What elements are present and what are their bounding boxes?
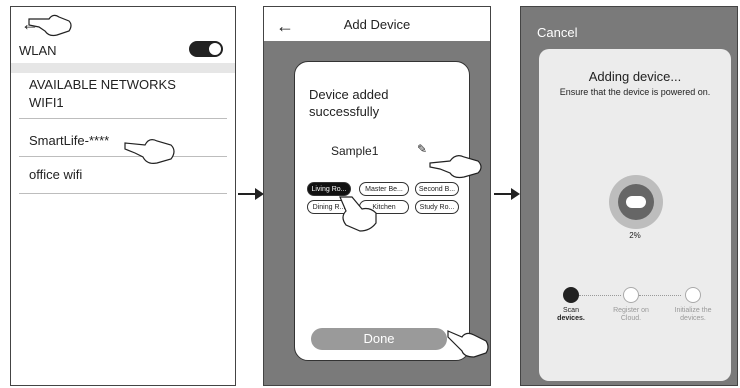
header: ← Add Device	[264, 7, 490, 41]
room-chip-study[interactable]: Study Ro...	[415, 200, 459, 214]
cloud-icon	[626, 196, 646, 208]
wlan-toggle[interactable]	[189, 41, 223, 57]
add-device-screen: ← Add Device Device added successfully S…	[263, 6, 491, 386]
edit-pencil-icon[interactable]: ✎	[417, 142, 427, 156]
step-label-scan: Scan devices.	[557, 307, 585, 322]
adding-device-card: Adding device... Ensure that the device …	[539, 49, 731, 381]
network-item-smartlife[interactable]: SmartLife-****	[29, 133, 109, 148]
done-button[interactable]: Done	[311, 328, 447, 350]
toggle-knob	[208, 42, 222, 56]
register-step-icon	[623, 287, 639, 303]
step-label-register: Register on Cloud.	[613, 307, 649, 322]
success-message: Device added successfully	[309, 86, 459, 120]
pointing-hand-icon	[339, 196, 377, 232]
pointing-hand-icon	[447, 330, 489, 358]
adding-device-screen: Cancel Adding device... Ensure that the …	[520, 6, 738, 386]
page-title: Add Device	[343, 17, 411, 32]
step-connector	[639, 295, 681, 296]
room-chip-second-bedroom[interactable]: Second B...	[415, 182, 459, 196]
flow-arrow-icon	[238, 188, 264, 200]
wlan-screen: ← WLAN AVAILABLE NETWORKS WIFI1 SmartLif…	[10, 6, 236, 386]
room-chip-living[interactable]: Living Ro...	[307, 182, 351, 196]
network-item-office-wifi[interactable]: office wifi	[29, 167, 82, 182]
progress-ring	[609, 175, 663, 229]
step-label-initialize: Initialize the devices.	[674, 307, 712, 322]
initialize-step-icon	[685, 287, 701, 303]
pointing-hand-icon	[28, 14, 72, 37]
wlan-label: WLAN	[19, 43, 57, 58]
divider	[19, 193, 227, 194]
available-networks-heading: AVAILABLE NETWORKS	[29, 77, 176, 92]
flow-arrow-icon	[494, 188, 520, 200]
cancel-button[interactable]: Cancel	[537, 25, 577, 40]
pointing-hand-icon	[124, 139, 175, 164]
power-instruction: Ensure that the device is powered on.	[559, 87, 711, 97]
success-message-line1: Device added	[309, 87, 389, 102]
step-connector	[579, 295, 621, 296]
progress-percent: 2%	[629, 231, 641, 240]
pointing-hand-icon	[429, 155, 482, 179]
scan-step-icon	[563, 287, 579, 303]
network-item-wifi1[interactable]: WIFI1	[29, 95, 64, 110]
divider-band	[11, 63, 235, 73]
device-name: Sample1	[331, 144, 379, 158]
room-chip-master-bedroom[interactable]: Master Be...	[359, 182, 409, 196]
adding-heading: Adding device...	[588, 69, 682, 84]
success-message-line2: successfully	[309, 104, 380, 119]
divider	[19, 118, 227, 119]
